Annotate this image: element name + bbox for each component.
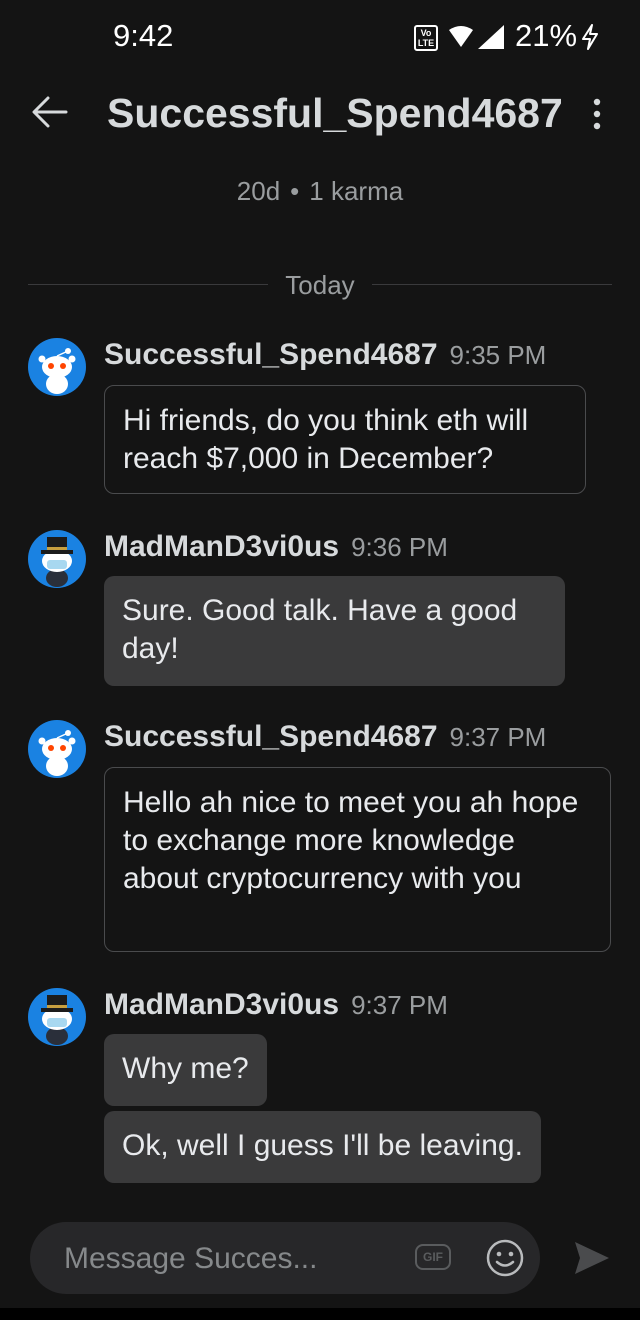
avatar[interactable] <box>28 530 86 588</box>
user-meta: 20d • 1 karma <box>0 176 640 207</box>
divider-line <box>372 284 612 285</box>
chat-header: Successful_Spend4687 <box>0 72 640 162</box>
message-bubble[interactable]: Sure. Good talk. Have a good day! <box>104 576 565 686</box>
message-time: 9:37 PM <box>351 990 448 1020</box>
status-time: 9:42 <box>113 18 174 53</box>
account-age: 20d <box>236 176 281 206</box>
message-author[interactable]: MadManD3vi0us 9:37 PM <box>104 988 448 1022</box>
meta-separator: • <box>290 176 300 206</box>
send-icon[interactable] <box>572 1238 612 1278</box>
snoo-avatar-icon <box>38 730 76 776</box>
day-divider-label: Today <box>285 270 355 300</box>
message-bubble[interactable]: Hello ah nice to meet you ah hope to exc… <box>104 767 611 952</box>
avatar[interactable] <box>28 338 86 396</box>
message-author[interactable]: MadManD3vi0us 9:36 PM <box>104 530 448 564</box>
snoo-avatar-icon <box>38 348 76 394</box>
message-bubble[interactable]: Ok, well I guess I'll be leaving. <box>104 1111 541 1183</box>
author-name[interactable]: Successful_Spend4687 <box>104 338 438 371</box>
navigation-bar <box>0 1308 640 1320</box>
gif-icon[interactable]: GIF <box>415 1244 451 1270</box>
snoo-tophat-avatar-icon <box>41 995 73 1045</box>
message-composer: GIF <box>30 1222 540 1294</box>
avatar[interactable] <box>28 720 86 778</box>
karma-count: 1 karma <box>309 176 404 206</box>
message-bubble[interactable]: Hi friends, do you think eth will reach … <box>104 385 586 494</box>
message-author[interactable]: Successful_Spend4687 9:37 PM <box>104 720 546 754</box>
author-name[interactable]: MadManD3vi0us <box>104 988 339 1021</box>
signal-icon <box>478 25 504 49</box>
message-input[interactable] <box>64 1240 384 1278</box>
volte-icon: Vo LTE <box>414 25 438 51</box>
message-time: 9:36 PM <box>351 532 448 562</box>
message-time: 9:37 PM <box>449 722 547 752</box>
divider-line <box>28 284 268 285</box>
more-vertical-icon[interactable] <box>585 94 609 134</box>
chat-title[interactable]: Successful_Spend4687 <box>107 90 563 137</box>
message-bubble[interactable]: Why me? <box>104 1034 267 1106</box>
charging-bolt-icon <box>582 24 598 50</box>
message-author[interactable]: Successful_Spend4687 9:35 PM <box>104 338 546 372</box>
emoji-icon[interactable] <box>485 1238 525 1278</box>
arrow-left-icon[interactable] <box>30 92 70 132</box>
message-time: 9:35 PM <box>449 340 547 370</box>
author-name[interactable]: MadManD3vi0us <box>104 530 339 563</box>
status-bar: 9:42 Vo LTE 21% <box>0 0 640 72</box>
snoo-tophat-avatar-icon <box>41 537 73 587</box>
wifi-icon <box>449 26 473 47</box>
battery-percent: 21% <box>515 18 578 53</box>
author-name[interactable]: Successful_Spend4687 <box>104 720 438 753</box>
avatar[interactable] <box>28 988 86 1046</box>
